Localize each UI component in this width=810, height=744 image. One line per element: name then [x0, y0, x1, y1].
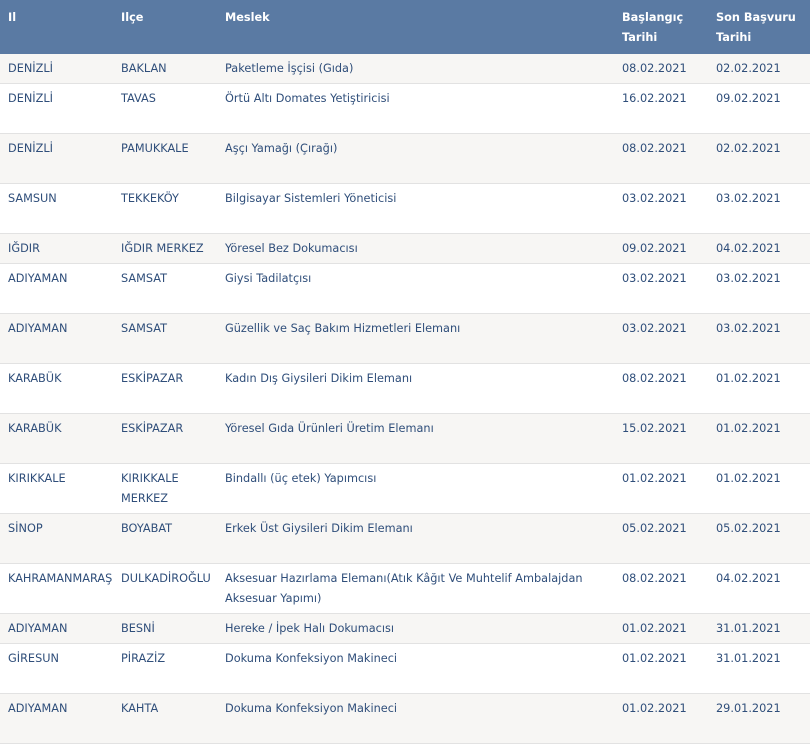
- cell-ilce: SAMSAT: [113, 263, 217, 314]
- cell-son-basvuru: 03.02.2021: [708, 263, 810, 314]
- cell-il: DENİZLİ: [0, 83, 113, 134]
- cell-baslangic: 03.02.2021: [614, 313, 708, 364]
- cell-meslek: Paketleme İşçisi (Gıda): [217, 54, 614, 84]
- cell-il: ADIYAMAN: [0, 693, 113, 744]
- header-meslek[interactable]: Meslek: [217, 0, 614, 54]
- cell-son-basvuru: 02.02.2021: [708, 133, 810, 184]
- cell-ilce: ESKİPAZAR: [113, 413, 217, 464]
- cell-il: GİRESUN: [0, 643, 113, 694]
- cell-baslangic: 01.02.2021: [614, 693, 708, 744]
- cell-baslangic: 01.02.2021: [614, 613, 708, 644]
- cell-il: KARABÜK: [0, 363, 113, 414]
- table-row[interactable]: DENİZLİ TAVAS Örtü Altı Domates Yetiştiric…: [0, 83, 810, 134]
- cell-ilce: TEKKEKÖY: [113, 183, 217, 234]
- table-row[interactable]: ADIYAMAN SAMSAT Güzellik ve Saç Bakım Hizm…: [0, 313, 810, 364]
- cell-meslek: Dokuma Konfeksiyon Makineci: [217, 693, 614, 744]
- table-row[interactable]: KAHRAMANMARAŞ DULKADİROĞLU Aksesuar Hazırl…: [0, 563, 810, 614]
- cell-meslek: Erkek Üst Giysileri Dikim Elemanı: [217, 513, 614, 564]
- table-row[interactable]: IĞDIR IĞDIR MERKEZ Yöresel Bez Dokumacısı 0…: [0, 233, 810, 264]
- table-row[interactable]: DENİZLİ BAKLAN Paketleme İşçisi (Gıda) 08.0…: [0, 54, 810, 84]
- cell-meslek: Aksesuar Hazırlama Elemanı(Atık Kâğıt Ve…: [217, 563, 614, 614]
- cell-il: ADIYAMAN: [0, 313, 113, 364]
- table-row[interactable]: ADIYAMAN SAMSAT Giysi Tadilatçısı 03.02.202…: [0, 263, 810, 314]
- cell-ilce: TAVAS: [113, 83, 217, 134]
- table-body: DENİZLİ BAKLAN Paketleme İşçisi (Gıda) 08.0…: [0, 54, 810, 744]
- cell-il: ADIYAMAN: [0, 613, 113, 644]
- table-row[interactable]: KARABÜK ESKİPAZAR Yöresel Gıda Ürünleri Ür…: [0, 413, 810, 464]
- cell-il: IĞDIR: [0, 233, 113, 264]
- cell-ilce: BOYABAT: [113, 513, 217, 564]
- cell-son-basvuru: 03.02.2021: [708, 183, 810, 234]
- cell-son-basvuru: 09.02.2021: [708, 83, 810, 134]
- cell-ilce: PİRAZİZ: [113, 643, 217, 694]
- table-row[interactable]: ADIYAMAN BESNİ Hereke / İpek Halı Dokumacı…: [0, 613, 810, 644]
- cell-baslangic: 08.02.2021: [614, 133, 708, 184]
- cell-meslek: Yöresel Bez Dokumacısı: [217, 233, 614, 264]
- cell-ilce: DULKADİROĞLU: [113, 563, 217, 614]
- cell-meslek: Bilgisayar Sistemleri Yöneticisi: [217, 183, 614, 234]
- cell-meslek: Bindallı (üç etek) Yapımcısı: [217, 463, 614, 514]
- table-row[interactable]: KIRIKKALE KIRIKKALE MERKEZ Bindallı (üç et…: [0, 463, 810, 514]
- table-row[interactable]: SİNOP BOYABAT Erkek Üst Giysileri Dikim El…: [0, 513, 810, 564]
- cell-baslangic: 16.02.2021: [614, 83, 708, 134]
- cell-ilce: KIRIKKALE MERKEZ: [113, 463, 217, 514]
- table-header-row: Il Ilçe Meslek Başlangıç Tarihi Son Başv…: [0, 0, 810, 54]
- table-row[interactable]: ADIYAMAN KAHTA Dokuma Konfeksiyon Makineci…: [0, 693, 810, 744]
- cell-ilce: IĞDIR MERKEZ: [113, 233, 217, 264]
- cell-ilce: BAKLAN: [113, 54, 217, 84]
- cell-meslek: Güzellik ve Saç Bakım Hizmetleri Elemanı: [217, 313, 614, 364]
- cell-meslek: Yöresel Gıda Ürünleri Üretim Elemanı: [217, 413, 614, 464]
- cell-son-basvuru: 04.02.2021: [708, 233, 810, 264]
- header-son-basvuru[interactable]: Son Başvuru Tarihi: [708, 0, 810, 54]
- cell-son-basvuru: 01.02.2021: [708, 413, 810, 464]
- header-il[interactable]: Il: [0, 0, 113, 54]
- cell-meslek: Hereke / İpek Halı Dokumacısı: [217, 613, 614, 644]
- table-row[interactable]: SAMSUN TEKKEKÖY Bilgisayar Sistemleri Yöne…: [0, 183, 810, 234]
- cell-ilce: ESKİPAZAR: [113, 363, 217, 414]
- header-baslangic[interactable]: Başlangıç Tarihi: [614, 0, 708, 54]
- cell-il: KAHRAMANMARAŞ: [0, 563, 113, 614]
- cell-meslek: Örtü Altı Domates Yetiştiricisi: [217, 83, 614, 134]
- cell-ilce: KAHTA: [113, 693, 217, 744]
- cell-il: KARABÜK: [0, 413, 113, 464]
- cell-son-basvuru: 04.02.2021: [708, 563, 810, 614]
- cell-ilce: SAMSAT: [113, 313, 217, 364]
- table-row[interactable]: DENİZLİ PAMUKKALE Aşçı Yamağı (Çırağı) 08.0…: [0, 133, 810, 184]
- cell-baslangic: 01.02.2021: [614, 643, 708, 694]
- cell-il: ADIYAMAN: [0, 263, 113, 314]
- table-row[interactable]: GİRESUN PİRAZİZ Dokuma Konfeksiyon Makinec…: [0, 643, 810, 694]
- cell-baslangic: 03.02.2021: [614, 263, 708, 314]
- cell-son-basvuru: 05.02.2021: [708, 513, 810, 564]
- cell-baslangic: 01.02.2021: [614, 463, 708, 514]
- cell-meslek: Giysi Tadilatçısı: [217, 263, 614, 314]
- header-ilce[interactable]: Ilçe: [113, 0, 217, 54]
- cell-son-basvuru: 02.02.2021: [708, 54, 810, 84]
- cell-baslangic: 08.02.2021: [614, 363, 708, 414]
- cell-son-basvuru: 31.01.2021: [708, 643, 810, 694]
- cell-il: KIRIKKALE: [0, 463, 113, 514]
- cell-meslek: Aşçı Yamağı (Çırağı): [217, 133, 614, 184]
- cell-il: SAMSUN: [0, 183, 113, 234]
- cell-ilce: BESNİ: [113, 613, 217, 644]
- cell-il: SİNOP: [0, 513, 113, 564]
- cell-ilce: PAMUKKALE: [113, 133, 217, 184]
- table-row[interactable]: KARABÜK ESKİPAZAR Kadın Dış Giysileri Diki…: [0, 363, 810, 414]
- cell-baslangic: 15.02.2021: [614, 413, 708, 464]
- cell-meslek: Kadın Dış Giysileri Dikim Elemanı: [217, 363, 614, 414]
- cell-baslangic: 05.02.2021: [614, 513, 708, 564]
- cell-son-basvuru: 03.02.2021: [708, 313, 810, 364]
- cell-il: DENİZLİ: [0, 133, 113, 184]
- cell-il: DENİZLİ: [0, 54, 113, 84]
- cell-son-basvuru: 29.01.2021: [708, 693, 810, 744]
- cell-baslangic: 09.02.2021: [614, 233, 708, 264]
- cell-son-basvuru: 31.01.2021: [708, 613, 810, 644]
- cell-baslangic: 08.02.2021: [614, 54, 708, 84]
- course-table: Il Ilçe Meslek Başlangıç Tarihi Son Başv…: [0, 0, 810, 744]
- cell-baslangic: 03.02.2021: [614, 183, 708, 234]
- cell-baslangic: 08.02.2021: [614, 563, 708, 614]
- cell-meslek: Dokuma Konfeksiyon Makineci: [217, 643, 614, 694]
- cell-son-basvuru: 01.02.2021: [708, 363, 810, 414]
- cell-son-basvuru: 01.02.2021: [708, 463, 810, 514]
